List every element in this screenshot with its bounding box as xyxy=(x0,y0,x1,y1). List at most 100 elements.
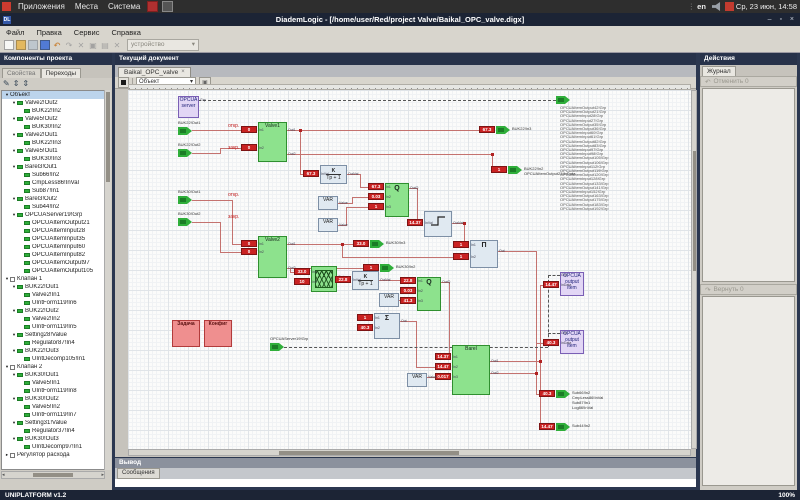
tree-item[interactable]: UIntDecomp97!In1 xyxy=(2,443,104,451)
tree-item[interactable]: ▾Клапан 2 xyxy=(2,363,104,371)
tree-item[interactable]: ▾Valve2!Out2 xyxy=(2,99,104,107)
tree-item[interactable]: ▾Valve5!Out2 xyxy=(2,115,104,123)
output-connector[interactable] xyxy=(178,196,192,204)
tab-journal[interactable]: Журнал xyxy=(702,66,736,76)
menu-правка[interactable]: Правка xyxy=(30,28,67,37)
tree-item[interactable]: BUK22!In2 xyxy=(2,107,104,115)
keyboard-layout[interactable]: en xyxy=(697,2,706,11)
tree-item[interactable]: BUK30!In2 xyxy=(2,123,104,131)
tree-item[interactable]: Valve2!In1 xyxy=(2,291,104,299)
tree-item[interactable]: OPCUAItemOutput21 xyxy=(2,219,104,227)
tree-item[interactable]: ▾OPCUAServer19!Grp xyxy=(2,211,104,219)
tree-item[interactable]: UIntForm119!In5 xyxy=(2,323,104,331)
block-barel1[interactable]: Barel xyxy=(452,345,490,395)
desktop-menu-0[interactable]: Приложения xyxy=(13,0,70,13)
tree-item[interactable]: BUK22!In3 xyxy=(2,139,104,147)
redo-button[interactable]: ↷ Вернуть 0 xyxy=(700,284,797,295)
scroll-left-icon[interactable]: ◂ xyxy=(2,472,5,478)
tree-item[interactable]: CmpLess86!InVal xyxy=(2,179,104,187)
cut-icon[interactable]: ✕ xyxy=(76,40,86,50)
tree-item[interactable]: ▾BUK22!Out1 xyxy=(2,283,104,291)
tree-item[interactable]: UIntDecomp105!In1 xyxy=(2,355,104,363)
save-icon[interactable] xyxy=(28,40,38,50)
tree-item[interactable]: ▾Valve5!Out1 xyxy=(2,147,104,155)
menu-справка[interactable]: Справка xyxy=(105,28,146,37)
undo-icon[interactable]: ↶ xyxy=(52,40,62,50)
tree-item[interactable]: ▾Valve2!Out1 xyxy=(2,131,104,139)
block-opcua-server[interactable]: OPCUAserver xyxy=(178,96,199,118)
new-document-icon[interactable] xyxy=(4,40,14,50)
window-titlebar[interactable]: DL DiademLogic - [/home/user/Red/project… xyxy=(0,13,800,26)
tree-item[interactable]: ▾BUK30!Out1 xyxy=(2,371,104,379)
collapse-all-icon[interactable]: ⇕ xyxy=(22,79,29,89)
tree-item[interactable]: OPCUAItemInput60 xyxy=(2,243,104,251)
tree-item[interactable]: Regulator37!In4 xyxy=(2,427,104,435)
copy-icon[interactable]: ▣ xyxy=(88,40,98,50)
tree-item[interactable]: Sub44!In2 xyxy=(2,203,104,211)
block-var2[interactable]: VAR xyxy=(318,218,338,232)
tree-item[interactable]: OPCUAItemOutput105 xyxy=(2,267,104,275)
tree-item[interactable]: UIntForm119!In6 xyxy=(2,299,104,307)
redo-history-list[interactable] xyxy=(702,296,795,486)
tree-item[interactable]: UIntForm119!In8 xyxy=(2,387,104,395)
tree-item[interactable]: UIntForm119!In7 xyxy=(2,411,104,419)
network-icon[interactable] xyxy=(725,2,734,11)
tree-item[interactable]: ▾BUK30!Out3 xyxy=(2,435,104,443)
paste-icon[interactable]: ▤ xyxy=(100,40,110,50)
output-connector[interactable] xyxy=(178,127,192,135)
output-connector[interactable] xyxy=(270,343,284,351)
tree-item[interactable]: Valve2!In2 xyxy=(2,315,104,323)
tree-item[interactable]: Regulator87!In4 xyxy=(2,339,104,347)
scroll-right-icon[interactable]: ▸ xyxy=(101,472,104,478)
output-connector[interactable] xyxy=(178,149,192,157)
tree-item[interactable]: ▾BUK22!Out2 xyxy=(2,307,104,315)
edit-icon[interactable]: ✎ xyxy=(3,79,10,89)
desktop-menu-1[interactable]: Места xyxy=(70,0,103,13)
tree-item[interactable]: Sub66!In2 xyxy=(2,171,104,179)
output-connector[interactable] xyxy=(178,218,192,226)
input-connector[interactable] xyxy=(508,166,522,174)
tab-transitions[interactable]: Переходы xyxy=(41,68,82,78)
undo-button[interactable]: ↶ Отменить 0 xyxy=(700,76,797,87)
checkbox-icon[interactable] xyxy=(10,277,15,282)
tree-vertical-scrollbar[interactable] xyxy=(104,90,111,470)
volume-icon[interactable] xyxy=(712,2,721,11)
block-task[interactable]: Задача xyxy=(172,320,200,347)
checkbox-icon[interactable] xyxy=(10,453,15,458)
input-connector[interactable] xyxy=(496,126,510,134)
tree-item[interactable]: ▾Клапан 1 xyxy=(2,275,104,283)
screen-applet-icon[interactable] xyxy=(162,1,173,12)
tree-item[interactable]: ▾Barel3!Out2 xyxy=(2,195,104,203)
tree-item[interactable]: OPCUAItemInput28 xyxy=(2,227,104,235)
applet-icon[interactable] xyxy=(147,1,158,12)
distro-menu-icon[interactable] xyxy=(2,2,11,11)
input-connector[interactable] xyxy=(556,423,570,431)
tree-item[interactable]: ▸Регулятор расхода xyxy=(2,451,104,459)
canvas-vertical-scrollbar[interactable] xyxy=(691,90,697,449)
input-connector[interactable] xyxy=(380,264,394,272)
tab-document[interactable]: Baikal_OPC_valve × xyxy=(118,67,191,77)
tree-item[interactable]: Valve5!In2 xyxy=(2,403,104,411)
checkbox-icon[interactable] xyxy=(10,365,15,370)
tree-item[interactable]: ▾Setting31!Value xyxy=(2,419,104,427)
maximize-button[interactable]: ▫ xyxy=(776,16,784,23)
close-tab-icon[interactable]: × xyxy=(181,69,185,76)
tree-horizontal-scrollbar[interactable]: ◂ ▸ xyxy=(1,471,105,479)
tree-item[interactable]: ▾Barel3!Out1 xyxy=(2,163,104,171)
undo-history-list[interactable] xyxy=(702,88,795,282)
tree-item[interactable]: OPCUAItemOutput97 xyxy=(2,259,104,267)
expand-all-icon[interactable]: ⇕ xyxy=(13,79,20,89)
tab-properties[interactable]: Свойства xyxy=(2,68,41,78)
tree-item[interactable]: ▾Setting28!Value xyxy=(2,331,104,339)
delete-icon[interactable]: ✕ xyxy=(112,40,122,50)
block-var3[interactable]: VAR xyxy=(379,293,399,307)
tree-item[interactable]: BUK30!In3 xyxy=(2,155,104,163)
connect-icon[interactable] xyxy=(40,40,50,50)
input-connector[interactable] xyxy=(556,390,570,398)
tree-item[interactable]: OPCUAItemInput82 xyxy=(2,251,104,259)
close-button[interactable]: × xyxy=(787,16,797,23)
redo-icon[interactable]: ↷ xyxy=(64,40,74,50)
block-var4[interactable]: VAR xyxy=(407,373,427,387)
input-connector[interactable] xyxy=(370,240,384,248)
block-config[interactable]: Конфиг xyxy=(204,320,232,347)
